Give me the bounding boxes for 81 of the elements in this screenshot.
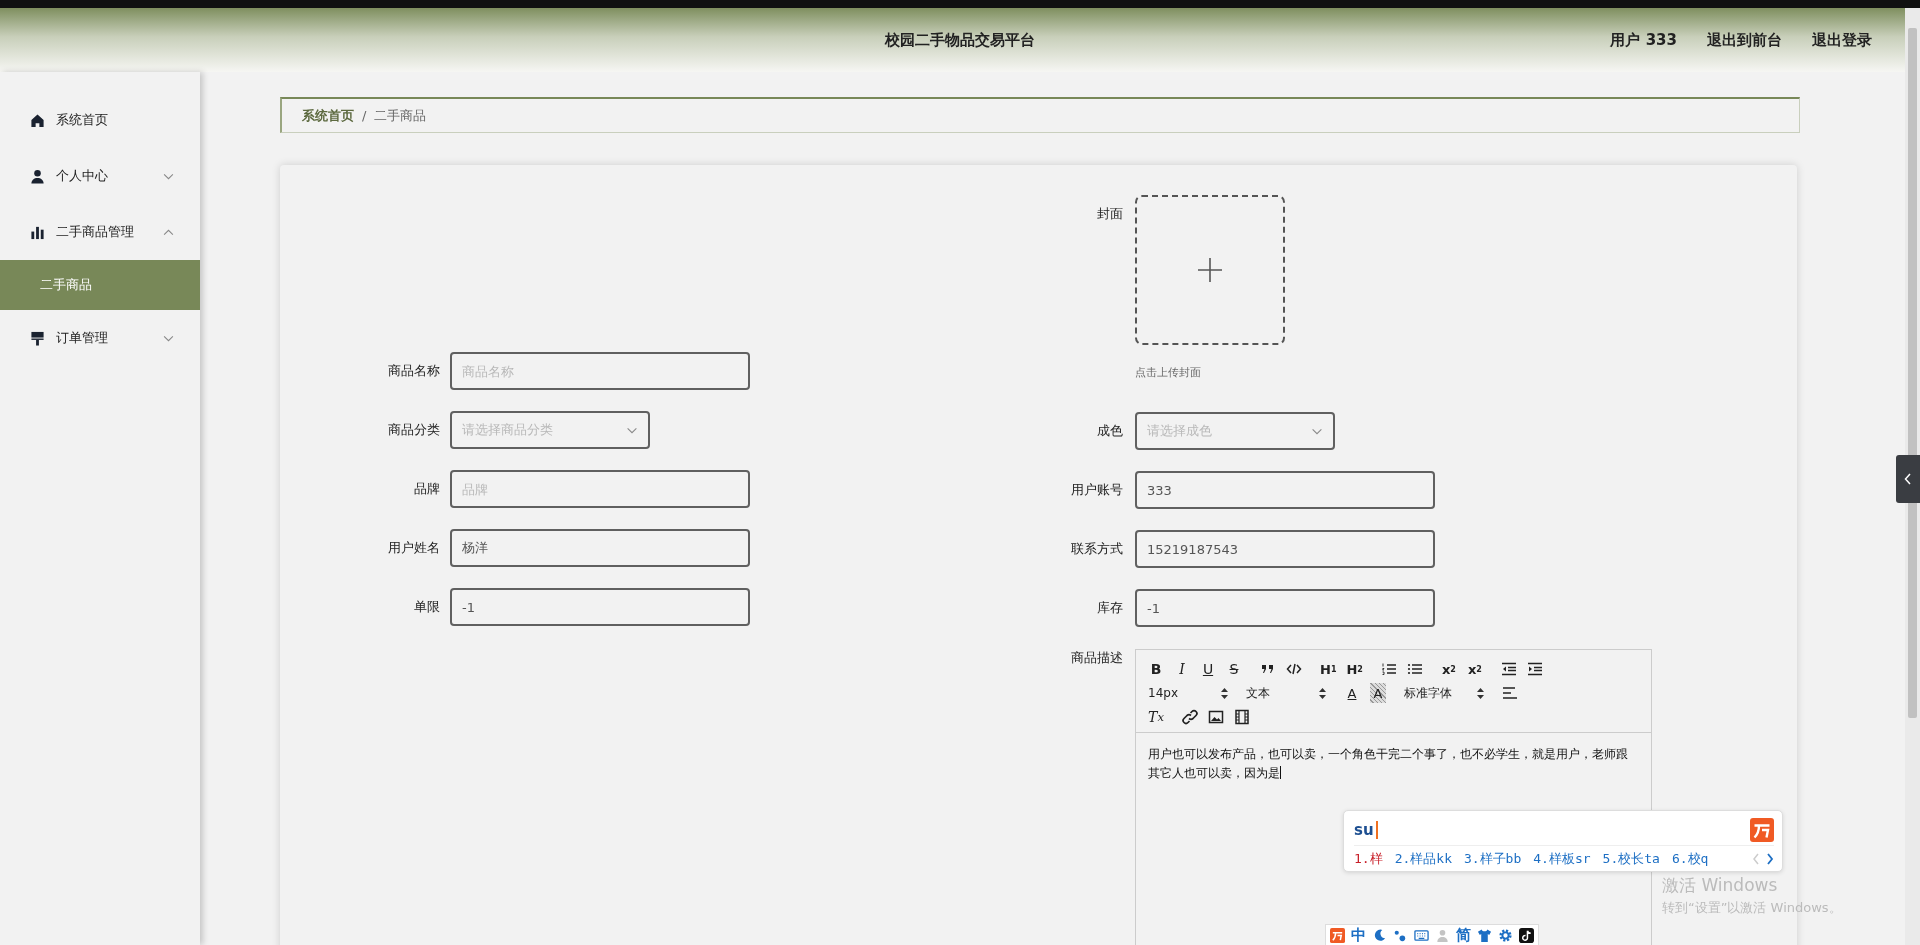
field-label: 品牌 xyxy=(413,480,441,498)
upload-box[interactable] xyxy=(1135,195,1285,345)
field-label: 用户账号 xyxy=(1070,481,1124,499)
field-label: 商品分类 xyxy=(387,421,441,439)
paint-roller-icon xyxy=(30,330,45,346)
home-icon xyxy=(30,112,45,128)
bold-button[interactable]: B xyxy=(1148,659,1164,679)
shirt-icon[interactable] xyxy=(1477,927,1492,943)
moon-icon[interactable] xyxy=(1372,927,1387,943)
input-field[interactable]: 杨洋 xyxy=(450,529,750,567)
link-button[interactable] xyxy=(1182,709,1198,725)
input-field[interactable]: -1 xyxy=(450,588,750,626)
chevron-icon xyxy=(163,172,174,180)
field-label: 库存 xyxy=(1096,599,1124,617)
outdent-button[interactable] xyxy=(1500,661,1517,677)
chevron-icon xyxy=(163,334,174,342)
field-label: 单限 xyxy=(413,598,441,616)
ime-candidate[interactable]: 2.样品kk xyxy=(1394,850,1452,868)
breadcrumb-separator: / xyxy=(362,108,367,123)
dropdown-select[interactable]: 14px xyxy=(1148,683,1228,703)
upload-hint: 点击上传封面 xyxy=(1135,365,1202,380)
keyboard-icon[interactable] xyxy=(1414,927,1429,943)
script-button[interactable]: x$^{2}$ xyxy=(1466,659,1483,679)
plus-icon xyxy=(1196,256,1224,284)
indent-button[interactable] xyxy=(1526,661,1543,677)
user-icon xyxy=(30,168,45,184)
chevron-icon xyxy=(163,228,174,236)
settings-icon[interactable] xyxy=(1498,927,1513,943)
field-label: 联系方式 xyxy=(1070,540,1124,558)
sidebar-subitem[interactable]: 二手商品 xyxy=(0,260,200,310)
scrollbar[interactable] xyxy=(1905,8,1920,945)
ime-candidate[interactable]: 6.校q xyxy=(1671,850,1709,868)
ime-logo-icon[interactable] xyxy=(1750,818,1774,842)
field-label: 成色 xyxy=(1096,422,1124,440)
up-down-icon xyxy=(1221,687,1228,699)
font-color-button[interactable]: A xyxy=(1344,683,1360,703)
music-note-icon[interactable] xyxy=(1519,927,1534,943)
image-button[interactable] xyxy=(1208,709,1224,725)
field-label: 商品描述 xyxy=(1070,649,1124,667)
chevron-icon xyxy=(1904,473,1912,485)
ordered-list-button[interactable] xyxy=(1380,661,1397,677)
ime-mode-toggle[interactable]: 简 xyxy=(1456,925,1471,945)
bullet-list-button[interactable] xyxy=(1406,661,1423,677)
dropdown-select[interactable]: 文本 xyxy=(1246,683,1326,703)
align-button[interactable] xyxy=(1502,685,1518,701)
italic-button[interactable]: I xyxy=(1174,659,1190,679)
sidebar-item[interactable]: 系统首页 xyxy=(0,92,200,148)
strikethrough-button[interactable]: S xyxy=(1226,659,1242,679)
bar-chart-icon xyxy=(30,224,45,240)
sidebar-item[interactable]: 订单管理 xyxy=(0,310,200,366)
chevron-icon xyxy=(626,426,638,434)
field-label: 封面 xyxy=(1096,205,1124,223)
sidebar-item[interactable]: 二手商品管理 xyxy=(0,204,200,260)
input-field[interactable]: -1 xyxy=(1135,589,1435,627)
input-field[interactable]: 333 xyxy=(1135,471,1435,509)
up-down-icon xyxy=(1319,687,1326,699)
ime-candidate[interactable]: 3.样子bb xyxy=(1463,850,1522,868)
breadcrumb-item: 二手商品 xyxy=(374,106,427,125)
input-field[interactable]: 15219187543 xyxy=(1135,530,1435,568)
field-label: 商品名称 xyxy=(387,362,441,380)
code-button[interactable] xyxy=(1286,661,1302,677)
ime-logo-icon[interactable] xyxy=(1330,927,1345,943)
ime-candidate[interactable]: 4.样板sr xyxy=(1533,850,1591,868)
dropdown-select[interactable]: 标准字体 xyxy=(1404,683,1484,703)
ime-composition: su xyxy=(1354,821,1378,839)
up-down-icon xyxy=(1477,687,1484,699)
ime-mode-toggle[interactable]: 中 xyxy=(1351,925,1366,945)
collapse-tab[interactable] xyxy=(1896,455,1920,503)
header-link[interactable]: 退出到前台 xyxy=(1707,30,1782,50)
chevron-icon xyxy=(1311,427,1323,435)
field-label: 用户姓名 xyxy=(387,539,441,557)
background-color-button[interactable]: A xyxy=(1370,683,1386,703)
underline-button[interactable]: U xyxy=(1200,659,1216,679)
sidebar-item[interactable]: 个人中心 xyxy=(0,148,200,204)
ime-candidate[interactable]: 1.样 xyxy=(1354,850,1383,868)
site-title: 校园二手物品交易平台 xyxy=(885,30,1035,50)
video-button[interactable] xyxy=(1234,709,1250,725)
header-link[interactable]: 退出登录 xyxy=(1812,30,1872,50)
editor-text: 用户也可以发布产品，也可以卖，一个角色干完二个事了，也不必学生，就是用户，老师跟其它人也可以卖，因为是 xyxy=(1148,746,1629,782)
header-link[interactable]: 用户 333 xyxy=(1610,30,1677,50)
breadcrumb-item[interactable]: 系统首页 xyxy=(302,106,354,125)
